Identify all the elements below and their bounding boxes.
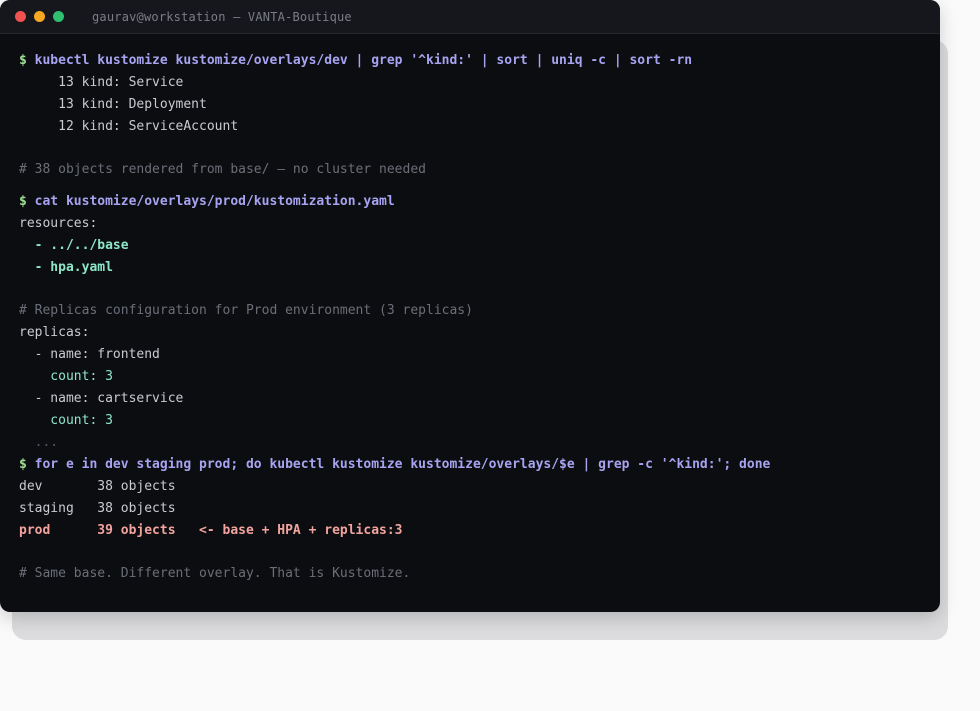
yaml-replica-count: count: 3 <box>19 413 113 428</box>
window-title: gaurav@workstation — VANTA-Boutique <box>92 9 352 24</box>
command-line-3: $ for e in dev staging prod; do kubectl … <box>19 454 940 476</box>
maximize-button[interactable] <box>53 11 64 22</box>
terminal-output[interactable]: $ kubectl kustomize kustomize/overlays/d… <box>0 34 940 585</box>
yaml-key: replicas: <box>19 325 90 340</box>
command-line-1: $ kubectl kustomize kustomize/overlays/d… <box>19 50 940 72</box>
command-line-2: $ cat kustomize/overlays/prod/kustomizat… <box>19 191 940 213</box>
comment-line: # Same base. Different overlay. That is … <box>19 566 411 581</box>
output-line: 12 kind: ServiceAccount <box>19 119 239 134</box>
env-count-line: dev 38 objects <box>19 479 176 494</box>
output-line: 13 kind: Service <box>19 75 184 90</box>
yaml-replica-count: count: 3 <box>19 369 113 384</box>
command-text: cat kustomize/overlays/prod/kustomizatio… <box>34 194 395 209</box>
yaml-resource: - ../../base <box>19 238 129 253</box>
yaml-replica-name: - name: frontend <box>19 347 160 362</box>
prod-count-line: prod 39 objects <- base + HPA + replicas… <box>19 523 403 538</box>
prompt-symbol: $ <box>19 457 27 472</box>
command-text: kubectl kustomize kustomize/overlays/dev… <box>34 53 693 68</box>
comment-line: # Replicas configuration for Prod enviro… <box>19 303 473 318</box>
minimize-button[interactable] <box>34 11 45 22</box>
output-line: 13 kind: Deployment <box>19 97 207 112</box>
yaml-key: resources: <box>19 216 98 231</box>
comment-line: # 38 objects rendered from base/ — no cl… <box>19 162 426 177</box>
yaml-resource: - hpa.yaml <box>19 260 113 275</box>
title-bar[interactable]: gaurav@workstation — VANTA-Boutique <box>0 0 940 34</box>
terminal-window: gaurav@workstation — VANTA-Boutique $ ku… <box>0 0 940 612</box>
yaml-replica-name: - name: cartservice <box>19 391 184 406</box>
prompt-symbol: $ <box>19 194 27 209</box>
prompt-symbol: $ <box>19 53 27 68</box>
env-count-line: staging 38 objects <box>19 501 176 516</box>
close-button[interactable] <box>15 11 26 22</box>
yaml-ellipsis: ... <box>19 435 59 450</box>
stage: gaurav@workstation — VANTA-Boutique $ ku… <box>0 0 980 711</box>
command-text: for e in dev staging prod; do kubectl ku… <box>34 457 771 472</box>
